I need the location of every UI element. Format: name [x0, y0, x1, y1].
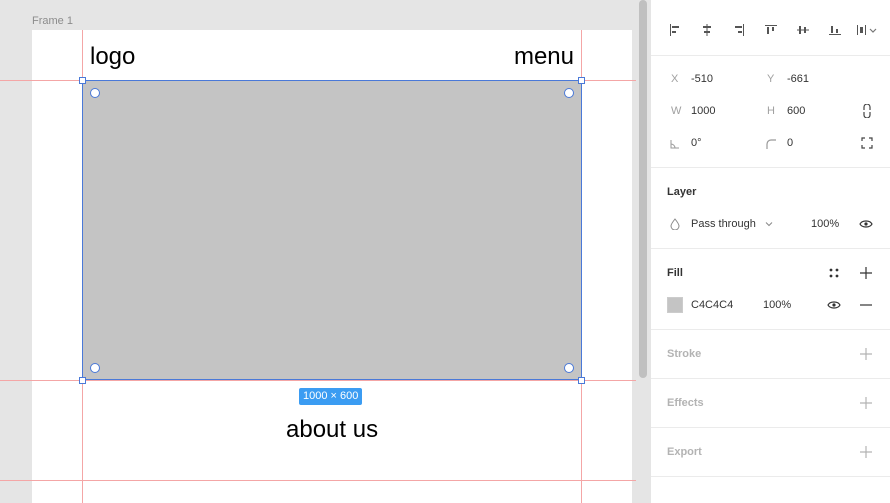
resize-handle-top-left[interactable] — [79, 77, 86, 84]
canvas-scrollbar[interactable] — [636, 0, 650, 503]
divider — [651, 427, 890, 428]
distribute-dropdown-icon[interactable] — [855, 18, 881, 42]
add-stroke-icon[interactable] — [858, 346, 874, 362]
about-text[interactable]: about us — [286, 416, 378, 444]
resize-handle-top-right[interactable] — [578, 77, 585, 84]
resize-handle-bottom-right[interactable] — [578, 377, 585, 384]
divider — [651, 55, 890, 56]
independent-corners-icon[interactable] — [859, 135, 875, 151]
fill-section-title: Fill — [667, 267, 683, 279]
corner-radius-handle-top-left[interactable] — [90, 88, 100, 98]
divider — [651, 329, 890, 330]
menu-text[interactable]: menu — [514, 43, 574, 71]
layout-guide-bottom — [0, 480, 636, 481]
eye-icon[interactable] — [858, 216, 874, 232]
effects-section-title: Effects — [667, 397, 704, 409]
remove-fill-icon[interactable] — [858, 297, 874, 313]
y-label: Y — [767, 73, 775, 85]
divider — [651, 248, 890, 249]
frame-label[interactable]: Frame 1 — [32, 15, 73, 27]
scrollbar-thumb[interactable] — [639, 0, 647, 378]
corner-radius-handle-bottom-right[interactable] — [564, 363, 574, 373]
size-badge: 1000 × 600 — [299, 388, 363, 405]
corner-radius-input[interactable]: 0 — [787, 137, 793, 149]
w-input[interactable]: 1000 — [691, 105, 715, 117]
selected-rectangle[interactable] — [82, 80, 582, 380]
constrain-proportions-icon[interactable] — [859, 103, 875, 119]
x-input[interactable]: -510 — [691, 73, 713, 85]
layer-opacity-input[interactable]: 100% — [811, 218, 839, 230]
blend-mode-drop-icon — [667, 216, 683, 232]
align-vertical-center-icon[interactable] — [793, 18, 813, 42]
align-right-icon[interactable] — [729, 18, 749, 42]
align-top-icon[interactable] — [761, 18, 781, 42]
properties-panel: X -510 Y -661 W 1000 H 600 0° 0 Layer Pa… — [650, 0, 890, 503]
divider — [651, 378, 890, 379]
alignment-toolbar — [651, 18, 890, 44]
corner-radius-icon — [763, 136, 779, 152]
layer-section-title: Layer — [667, 186, 697, 198]
h-label: H — [767, 105, 775, 117]
resize-handle-bottom-left[interactable] — [79, 377, 86, 384]
style-grid-icon[interactable] — [826, 265, 842, 281]
h-input[interactable]: 600 — [787, 105, 805, 117]
divider — [651, 167, 890, 168]
rotation-icon — [667, 136, 683, 152]
canvas[interactable]: Frame 1 logo menu 1000 × 600 about us — [0, 0, 636, 503]
align-horizontal-center-icon[interactable] — [697, 18, 717, 42]
rotation-input[interactable]: 0° — [691, 137, 702, 149]
chevron-down-icon[interactable] — [761, 216, 777, 232]
fill-hex-input[interactable]: C4C4C4 — [691, 299, 733, 311]
w-label: W — [671, 105, 682, 117]
logo-text[interactable]: logo — [90, 43, 135, 71]
corner-radius-handle-top-right[interactable] — [564, 88, 574, 98]
align-bottom-icon[interactable] — [825, 18, 845, 42]
add-export-icon[interactable] — [858, 444, 874, 460]
add-fill-icon[interactable] — [858, 265, 874, 281]
fill-opacity-input[interactable]: 100% — [763, 299, 791, 311]
corner-radius-handle-bottom-left[interactable] — [90, 363, 100, 373]
x-label: X — [671, 73, 679, 85]
eye-icon[interactable] — [826, 297, 842, 313]
divider — [651, 476, 890, 477]
y-input[interactable]: -661 — [787, 73, 809, 85]
add-effect-icon[interactable] — [858, 395, 874, 411]
align-left-icon[interactable] — [665, 18, 685, 42]
fill-color-swatch[interactable] — [667, 297, 683, 313]
blend-mode-select[interactable]: Pass through — [691, 218, 756, 230]
export-section-title: Export — [667, 446, 702, 458]
layout-guide-middle — [0, 380, 636, 381]
stroke-section-title: Stroke — [667, 348, 702, 360]
